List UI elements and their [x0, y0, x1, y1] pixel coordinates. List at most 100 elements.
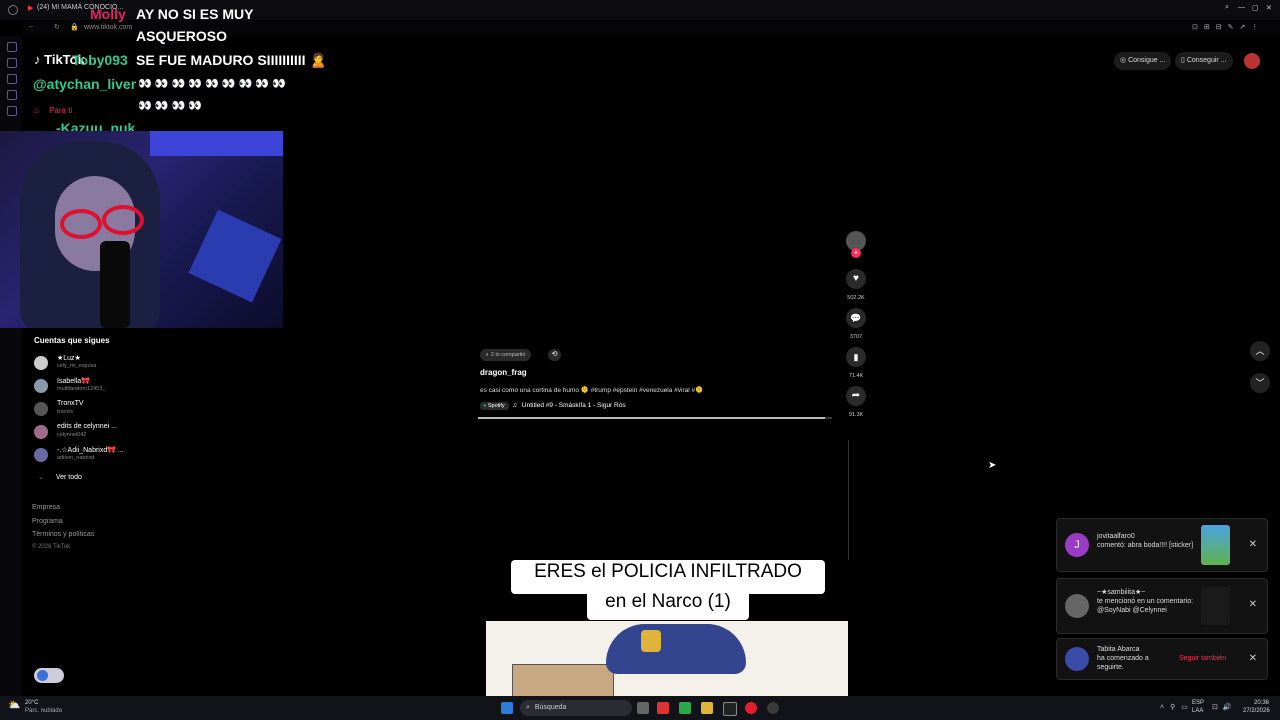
badge-icon — [641, 630, 661, 652]
next-title-line: ERES el POLICIA INFILTRADO — [534, 561, 802, 582]
like-button[interactable]: ♥ — [846, 269, 866, 289]
calendar-app-icon[interactable] — [657, 702, 669, 714]
music-row[interactable]: ● Spotify ♫ Untitled #9 - Smáskífa 1 - S… — [480, 402, 626, 410]
close-icon[interactable]: ✕ — [1249, 539, 1257, 550]
weather-icon: ⛅ — [8, 700, 21, 711]
following-account[interactable]: -.☆Adii_Nabrixd🎀 ... adison_nabrixd — [34, 446, 234, 466]
close-icon[interactable]: ✕ — [1249, 653, 1257, 664]
following-header: Cuentas que sigues — [34, 336, 110, 345]
get-app-label: Conseguir ... — [1186, 57, 1227, 64]
see-all-link[interactable]: ⌄ Ver todo — [38, 473, 82, 481]
heart-icon: ♥ — [853, 273, 859, 284]
chat-text: ASQUEROSO — [136, 28, 228, 44]
prev-video-button[interactable]: ︿ — [1250, 341, 1270, 361]
language-indicator-sub: LAA — [1192, 708, 1204, 714]
file-explorer-icon[interactable] — [701, 702, 713, 714]
language-indicator[interactable]: ESP — [1192, 700, 1204, 706]
video-author[interactable]: dragon_frag — [480, 368, 527, 377]
next-video-preview[interactable]: ERES el POLICIA INFILTRADO en el Narco (… — [486, 560, 848, 696]
account-name: -.☆Adii_Nabrixd🎀 ... — [57, 447, 124, 454]
spotify-icon: ● — [483, 403, 487, 409]
close-window-icon[interactable]: ✕ — [1266, 4, 1272, 12]
rail-icon[interactable] — [7, 42, 17, 52]
glasses-right — [102, 205, 144, 235]
save-button[interactable]: ▮ — [846, 347, 866, 367]
lock-icon: 🔒 — [70, 24, 79, 31]
comment-button[interactable]: 💬 — [846, 308, 866, 328]
video-progress-bar[interactable] — [478, 417, 832, 419]
next-title-box: en el Narco (1) — [587, 590, 749, 620]
task-view-icon[interactable] — [637, 702, 649, 714]
profile-avatar[interactable] — [1244, 53, 1260, 69]
music-note-icon: ♫ — [512, 402, 518, 409]
terminal-icon[interactable] — [723, 702, 737, 716]
rail-icon[interactable] — [7, 74, 17, 84]
app-icon[interactable] — [767, 702, 779, 714]
search-icon: ⌕ — [526, 704, 530, 711]
avatar — [1065, 594, 1089, 618]
chat-username: Molly — [90, 6, 126, 22]
minimize-icon[interactable]: — — [1238, 4, 1245, 11]
tab-search-icon[interactable]: ⌕ — [1225, 4, 1229, 12]
notification-thumbnail[interactable] — [1201, 525, 1230, 565]
mouse-cursor-icon: ➤ — [988, 460, 997, 471]
glasses-left — [60, 209, 102, 239]
notification-user: ~★sambiiita★~ — [1097, 589, 1146, 596]
coin-icon: ◎ — [1120, 57, 1127, 64]
system-tray-icons[interactable]: ⊡🔊 — [1212, 703, 1237, 711]
nav-for-you[interactable]: ⌂ Para ti — [34, 106, 72, 115]
chevron-down-icon: ﹀ — [1255, 378, 1265, 388]
maximize-icon[interactable]: ▢ — [1252, 4, 1259, 12]
nav-label: Para ti — [49, 106, 73, 115]
following-account[interactable]: edits de celynnei ... celynnei042 — [34, 423, 234, 443]
get-app-button[interactable]: ▯ Conseguir ... — [1175, 52, 1233, 70]
notification-body: ha comenzado a seguirte. — [1097, 655, 1149, 671]
notification-card[interactable]: ~★sambiiita★~ te mencionó en un comentar… — [1056, 578, 1268, 634]
url-field[interactable]: www.tiktok.com — [84, 24, 132, 31]
music-title: Untitled #9 - Smáskífa 1 - Sigur Rós — [521, 402, 626, 409]
follow-back-button[interactable]: Seguir también — [1179, 655, 1226, 662]
taskbar-search[interactable]: ⌕ Búsqueda — [520, 700, 632, 716]
following-account[interactable]: Isabella🎀 multifandom12453_ — [34, 377, 234, 397]
rail-icon[interactable] — [7, 106, 17, 116]
avatar — [34, 402, 48, 416]
spotify-badge[interactable]: ● Spotify — [480, 402, 510, 410]
bookmark-icon: ▮ — [853, 352, 859, 362]
rail-icon[interactable] — [7, 58, 17, 68]
footer-link-program[interactable]: Programa — [32, 518, 63, 525]
chat-username: @atychan_liver — [33, 76, 137, 92]
footer-link-terms[interactable]: Términos y políticas — [32, 531, 94, 538]
tray-icons[interactable]: ˄⚲▭ — [1160, 703, 1194, 711]
minecraft-icon[interactable] — [679, 702, 691, 714]
notification-card[interactable]: J jovitaalfaro0 comentó: abra boda!!!! [… — [1056, 518, 1268, 572]
back-icon[interactable]: ← — [28, 23, 35, 30]
weather-temp[interactable]: 20°C — [25, 700, 38, 706]
repost-icon[interactable]: ⟲ — [548, 349, 561, 361]
following-account[interactable]: ★Luz★ cely_mi_esposa — [34, 354, 234, 374]
floating-toggle[interactable] — [34, 668, 64, 683]
chat-message: Molly — [90, 6, 126, 24]
shared-label: 2 lo compartió — [490, 352, 526, 358]
following-account[interactable]: TronxTV tronxtv — [34, 400, 234, 420]
start-icon[interactable] — [501, 702, 513, 714]
cartoon-police-cap — [606, 624, 746, 674]
follow-plus-icon[interactable]: + — [851, 248, 861, 258]
notification-text: jovitaalfaro0 comentó: abra boda!!!! [st… — [1097, 532, 1202, 550]
reload-icon[interactable]: ↻ — [54, 23, 60, 31]
opera-icon[interactable] — [745, 702, 757, 714]
rail-icon[interactable] — [7, 90, 17, 100]
footer-link-company[interactable]: Empresa — [32, 504, 60, 511]
shared-by-badge[interactable]: ◐ 2 lo compartió — [480, 349, 532, 361]
notification-card[interactable]: Tabita Abarca ha comenzado a seguirte. S… — [1056, 638, 1268, 680]
account-handle: adison_nabrixd — [57, 455, 95, 461]
phone-icon: ▯ — [1181, 57, 1185, 64]
notification-thumbnail[interactable] — [1201, 587, 1230, 625]
next-video-button[interactable]: ﹀ — [1250, 373, 1270, 393]
share-button[interactable]: ➦ — [846, 386, 866, 406]
get-coins-button[interactable]: ◎ Consigue ... — [1114, 52, 1172, 70]
toolbar-icons[interactable]: ⊡⊞⊟✎↗⋮ — [1192, 23, 1264, 31]
next-title-line: en el Narco (1) — [605, 591, 731, 612]
close-icon[interactable]: ✕ — [1249, 599, 1257, 610]
account-name: edits de celynnei ... — [57, 423, 117, 430]
clock-time[interactable]: 20:36 — [1254, 700, 1269, 706]
